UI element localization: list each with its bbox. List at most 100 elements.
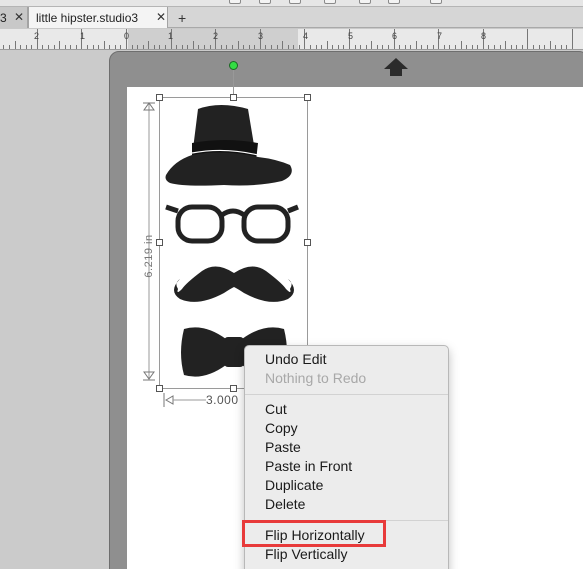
ruler-tick: [505, 41, 507, 49]
ruler-label: 3: [258, 31, 264, 41]
tab-bar: 3 ✕ little hipster.studio3 ✕ +: [0, 7, 583, 28]
ruler-tick: [148, 41, 150, 49]
ruler-tick: [332, 45, 334, 49]
ruler-tick: [315, 45, 317, 49]
ruler-tick: [276, 45, 278, 49]
ruler-tick: [298, 45, 300, 49]
ruler-tick: [432, 45, 434, 49]
hipster-artwork[interactable]: [164, 103, 304, 385]
ruler-tick: [42, 45, 44, 49]
toolbar-control[interactable]: [359, 0, 371, 4]
ruler-tick: [254, 45, 256, 49]
ruler-tick: [70, 45, 72, 49]
ruler-tick: [3, 45, 5, 49]
ruler-tick: [53, 45, 55, 49]
close-icon[interactable]: ✕: [156, 10, 166, 24]
ruler-tick: [131, 45, 133, 49]
resize-handle[interactable]: [230, 385, 237, 392]
ruler-tick: [493, 45, 495, 49]
ruler-tick: [8, 45, 10, 49]
glasses-shape: [165, 204, 299, 244]
ruler-tick: [59, 41, 61, 49]
ruler-tick: [321, 45, 323, 49]
ruler-tick: [31, 45, 33, 49]
rotate-handle[interactable]: [229, 61, 238, 70]
resize-handle[interactable]: [304, 94, 311, 101]
ruler-tick: [499, 45, 501, 49]
ruler-label: 2: [213, 31, 219, 41]
ruler-tick: [337, 45, 339, 49]
mustache-shape: [174, 266, 294, 302]
ruler-tick: [270, 45, 272, 49]
menu-item-undo-edit[interactable]: Undo Edit: [265, 351, 326, 367]
menu-item-duplicate[interactable]: Duplicate: [265, 477, 323, 493]
toolbar-control[interactable]: [229, 0, 241, 4]
toolbar-control[interactable]: [430, 0, 442, 4]
feed-direction-arrow-icon: [384, 58, 408, 76]
ruler-tick: [549, 41, 551, 49]
ruler-tick: [527, 29, 529, 49]
ruler-tick: [560, 45, 562, 49]
ruler-tick: [399, 45, 401, 49]
toolbar-control[interactable]: [324, 0, 336, 4]
ruler-tick: [142, 45, 144, 49]
ruler-tick: [538, 45, 540, 49]
resize-handle[interactable]: [304, 239, 311, 246]
ruler-tick: [120, 45, 122, 49]
ruler-tick: [159, 45, 161, 49]
tab-little-hipster[interactable]: little hipster.studio3 ✕: [28, 7, 168, 28]
menu-item-paste[interactable]: Paste: [265, 439, 301, 455]
ruler-tick: [466, 45, 468, 49]
resize-handle[interactable]: [230, 94, 237, 101]
toolbar-control[interactable]: [388, 0, 400, 4]
width-dimension-line: [163, 393, 206, 407]
ruler-tick: [165, 45, 167, 49]
ruler-tick: [226, 45, 228, 49]
tab-label: little hipster.studio3: [36, 11, 139, 25]
ruler-tick: [532, 45, 534, 49]
ruler-tick: [231, 45, 233, 49]
ruler-tick: [566, 45, 568, 49]
ruler-tick: [376, 45, 378, 49]
ruler-tick: [25, 45, 27, 49]
ruler-tick: [220, 45, 222, 49]
ruler-tick: [510, 45, 512, 49]
ruler-tick: [371, 41, 373, 49]
ruler-tick: [287, 45, 289, 49]
ruler-tick: [64, 45, 66, 49]
ruler-tick: [454, 45, 456, 49]
ruler-tick: [176, 45, 178, 49]
ruler-tick: [460, 41, 462, 49]
ruler-tick: [382, 45, 384, 49]
tab-partial[interactable]: 3 ✕: [0, 7, 28, 28]
ruler-tick: [92, 45, 94, 49]
menu-item-flip-vertically[interactable]: Flip Vertically: [265, 546, 347, 562]
ruler-tick: [354, 45, 356, 49]
fedora-hat-shape: [165, 105, 292, 186]
add-tab-button[interactable]: +: [178, 10, 186, 26]
ruler-tick: [555, 45, 557, 49]
menu-item-delete[interactable]: Delete: [265, 496, 305, 512]
toolbar-control[interactable]: [289, 0, 301, 4]
ruler-tick: [360, 45, 362, 49]
flip-horizontally-highlight: [242, 520, 386, 547]
ruler-label: 0: [124, 31, 130, 41]
menu-item-cut[interactable]: Cut: [265, 401, 287, 417]
ruler-label: 1: [80, 31, 86, 41]
ruler-tick: [153, 45, 155, 49]
close-icon[interactable]: ✕: [14, 10, 24, 24]
menu-item-copy[interactable]: Copy: [265, 420, 298, 436]
toolbar-control[interactable]: [259, 0, 271, 4]
ruler-label: 6: [392, 31, 398, 41]
menu-item-paste-in-front[interactable]: Paste in Front: [265, 458, 352, 474]
ruler-tick: [404, 45, 406, 49]
ruler-label: 8: [481, 31, 487, 41]
ruler-tick: [20, 45, 22, 49]
ruler-tick: [365, 45, 367, 49]
ruler-tick: [109, 45, 111, 49]
ruler-tick: [209, 45, 211, 49]
ruler-tick: [181, 45, 183, 49]
toolbar-strip: [0, 0, 583, 7]
ruler-tick: [488, 45, 490, 49]
ruler-tick: [243, 45, 245, 49]
